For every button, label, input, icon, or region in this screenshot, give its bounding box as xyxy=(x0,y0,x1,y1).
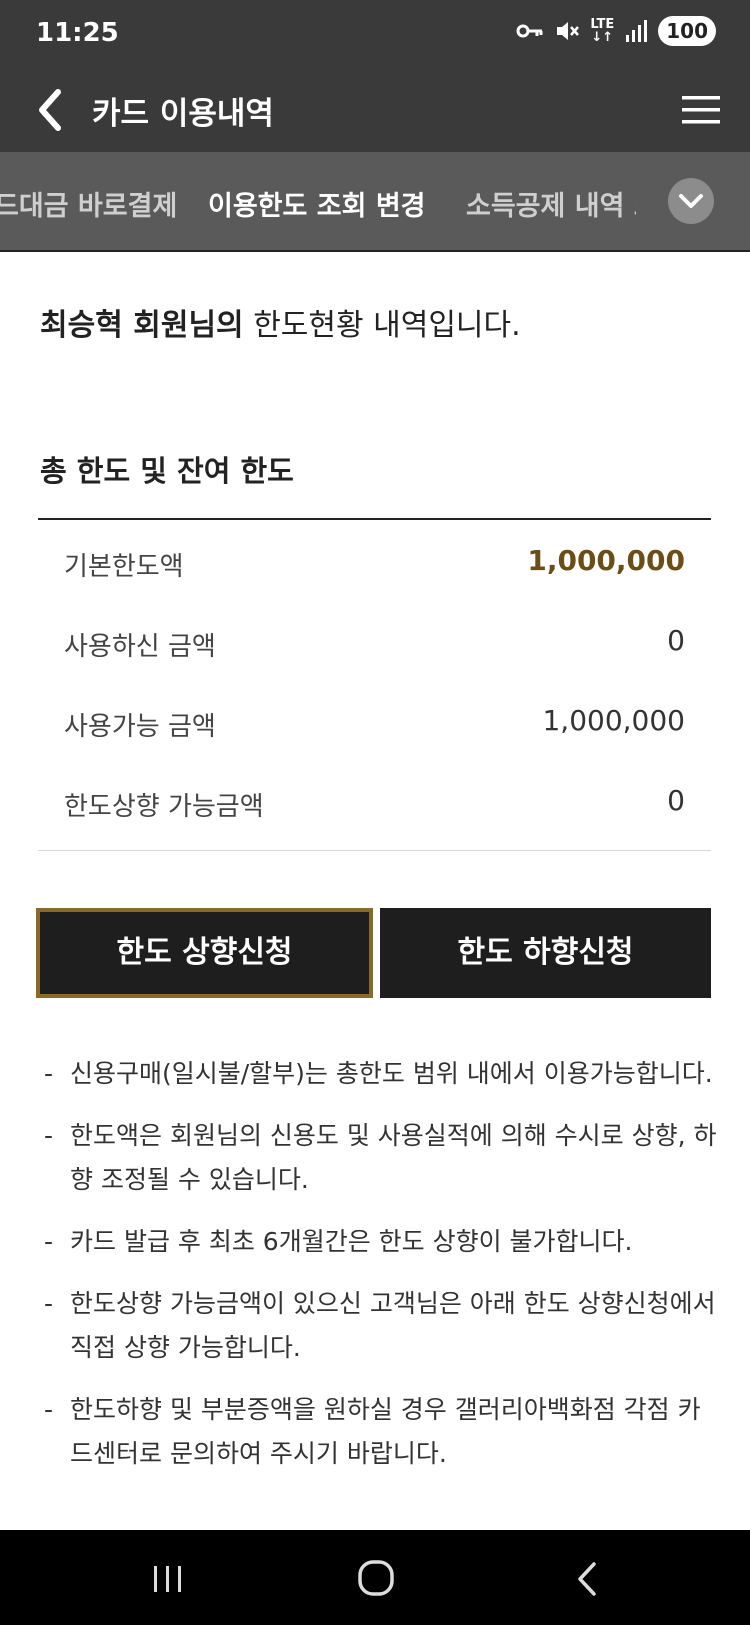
limit-value: 0 xyxy=(667,624,685,657)
system-nav-bar xyxy=(0,1530,750,1625)
notice-item: - 카드 발급 후 최초 6개월간은 한도 상향이 불가합니다. xyxy=(40,1220,720,1264)
recents-icon[interactable] xyxy=(140,1554,196,1604)
tab-card-payment[interactable]: 드대금 바로결제 xyxy=(0,184,177,223)
notice-dash: - xyxy=(44,1395,54,1424)
app-bar: 카드 이용내역 xyxy=(0,68,750,152)
table-divider xyxy=(38,850,711,851)
tab-limit-inquiry[interactable]: 이용한도 조회 변경 xyxy=(208,184,426,223)
limit-row-available: 사용가능 금액 1,000,000 xyxy=(38,682,711,762)
mute-icon xyxy=(557,22,580,40)
hamburger-menu-icon[interactable] xyxy=(680,90,722,130)
back-arrow-icon[interactable] xyxy=(30,82,80,138)
notice-dash: - xyxy=(44,1289,54,1318)
limit-label: 사용하신 금액 xyxy=(64,632,216,662)
limit-label: 기본한도액 xyxy=(64,552,184,582)
notice-list: - 신용구매(일시불/할부)는 총한도 범위 내에서 이용가능합니다. - 한도… xyxy=(40,1052,720,1494)
notice-item: - 한도액은 회원님의 신용도 및 사용실적에 의해 수시로 상향, 하향 조정… xyxy=(40,1114,720,1202)
limit-value: 1,000,000 xyxy=(527,544,685,577)
limit-value: 0 xyxy=(667,784,685,817)
notice-text: 카드 발급 후 최초 6개월간은 한도 상향이 불가합니다. xyxy=(70,1227,633,1256)
status-time: 11:25 xyxy=(36,18,119,48)
notice-dash: - xyxy=(44,1059,54,1088)
member-name: 최승혁 회원님의 xyxy=(40,308,244,343)
section-divider xyxy=(38,518,711,520)
nav-back-icon[interactable] xyxy=(560,1554,616,1604)
chevron-down-icon xyxy=(679,194,703,208)
limit-value: 1,000,000 xyxy=(542,704,685,737)
notice-text: 신용구매(일시불/할부)는 총한도 범위 내에서 이용가능합니다. xyxy=(70,1059,713,1088)
notice-item: - 한도하향 및 부분증액을 원하실 경우 갤러리아백화점 각점 카드센터로 문… xyxy=(40,1388,720,1476)
notice-item: - 한도상향 가능금액이 있으신 고객님은 아래 한도 상향신청에서 직접 상향… xyxy=(40,1282,720,1370)
notice-text: 한도액은 회원님의 신용도 및 사용실적에 의해 수시로 상향, 하향 조정될 … xyxy=(70,1121,717,1194)
signal-icon xyxy=(626,20,648,42)
notice-item: - 신용구매(일시불/할부)는 총한도 범위 내에서 이용가능합니다. xyxy=(40,1052,720,1096)
limit-increase-button[interactable]: 한도 상향신청 xyxy=(36,908,373,998)
tab-expand-button[interactable] xyxy=(668,178,714,224)
key-icon xyxy=(516,24,543,38)
limit-row-used: 사용하신 금액 0 xyxy=(38,602,711,682)
limit-label: 사용가능 금액 xyxy=(64,712,216,742)
limit-row-base: 기본한도액 1,000,000 xyxy=(38,522,711,602)
intro-suffix: 한도현황 내역입니다. xyxy=(243,308,521,343)
tab-strip: 드대금 바로결제 이용한도 조회 변경 소득공제 내역 조 xyxy=(0,152,750,252)
intro-text: 최승혁 회원님의 한도현황 내역입니다. xyxy=(40,300,521,344)
notice-text: 한도상향 가능금액이 있으신 고객님은 아래 한도 상향신청에서 직접 상향 가… xyxy=(70,1289,716,1362)
battery-level: 100 xyxy=(658,16,716,46)
section-title: 총 한도 및 잔여 한도 xyxy=(40,454,294,488)
limit-row-increasable: 한도상향 가능금액 0 xyxy=(38,762,711,842)
notice-text: 한도하향 및 부분증액을 원하실 경우 갤러리아백화점 각점 카드센터로 문의하… xyxy=(70,1395,701,1468)
status-icons: LTE ↓↑ 100 xyxy=(516,16,716,46)
limit-decrease-button[interactable]: 한도 하향신청 xyxy=(380,908,711,998)
notice-dash: - xyxy=(44,1227,54,1256)
tab-tax-deduction[interactable]: 소득공제 내역 조 xyxy=(466,184,636,223)
notice-dash: - xyxy=(44,1121,54,1150)
page-title: 카드 이용내역 xyxy=(92,96,274,132)
home-icon[interactable] xyxy=(348,1554,404,1604)
status-bar: 11:25 LTE ↓↑ 100 xyxy=(0,0,750,68)
network-type: LTE ↓↑ xyxy=(590,17,615,45)
limit-label: 한도상향 가능금액 xyxy=(64,792,264,822)
